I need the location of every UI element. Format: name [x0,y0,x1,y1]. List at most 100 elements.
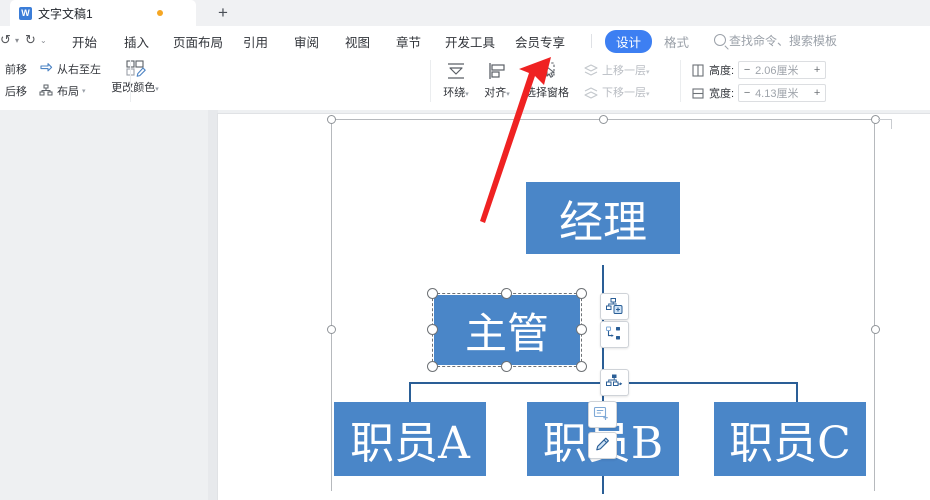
width-label: 宽度: [709,88,735,100]
ribbon-label-bring-forward: 上移一层 [602,65,646,77]
undo-dropdown-icon[interactable]: ▾ [15,36,19,45]
undo-icon[interactable]: ↺ [0,32,11,48]
menu-item-section[interactable]: 章节 [396,32,421,51]
chevron-down-icon[interactable]: ▾ [82,87,86,95]
shape-handle-mr[interactable] [576,324,587,335]
shape-handle-bc[interactable] [501,361,512,372]
ribbon-button-align[interactable]: 对齐▾ [478,60,516,100]
ribbon-button-send-backward[interactable]: 下移一层▾ [583,84,650,100]
floating-button-add-text[interactable] [588,401,617,428]
smartart-handle-tc[interactable] [599,115,608,124]
floating-button-change-hierarchy[interactable] [600,369,629,396]
move-forward-icon [0,61,2,77]
menu-item-insert[interactable]: 插入 [124,32,149,51]
shape-handle-br[interactable] [576,361,587,372]
add-shape-icon [606,298,623,314]
floating-button-add-shape[interactable] [600,293,629,320]
menu-item-developer[interactable]: 开发工具 [445,32,495,51]
menu-divider [591,34,592,48]
shape-handle-ml[interactable] [427,324,438,335]
height-spinner[interactable]: − 2.06厘米 + [738,61,827,79]
bring-forward-icon [583,63,599,78]
menu-item-reference[interactable]: 引用 [243,32,268,51]
ribbon-label-send-backward: 下移一层 [602,87,646,99]
ribbon-label-selection-pane: 选择窗格 [525,87,569,99]
wps-writer-window: W 文字文稿1 + ↺ ▾ ↻ ⌄ 开始 插入 页面布局 引用 审阅 视图 章节… [0,0,930,500]
shape-width-control[interactable]: 宽度: − 4.13厘米 + [691,84,827,102]
height-decrease-button[interactable]: − [739,64,755,76]
ribbon-button-selection-pane[interactable]: 选择窗格 [519,60,575,100]
shape-handle-tc[interactable] [501,288,512,299]
send-backward-icon [583,85,599,100]
width-increase-button[interactable]: + [809,87,825,99]
ribbon-button-move-backward[interactable]: 后移 [0,83,27,99]
chevron-down-icon[interactable]: ▾ [506,91,510,98]
menu-item-start[interactable]: 开始 [72,32,97,51]
align-icon [478,60,516,82]
change-hierarchy-icon [606,374,623,386]
width-decrease-button[interactable]: − [739,87,755,99]
menu-item-format[interactable]: 格式 [664,32,689,51]
ribbon-group-create-graphic: 前移 后移 从右至左 布局 ▾ 更改颜色▾ [0,56,159,108]
menu-bar: ↺ ▾ ↻ ⌄ 开始 插入 页面布局 引用 审阅 视图 章节 开发工具 会员专享… [0,26,930,54]
tab-bar-empty-area [196,0,930,26]
ribbon-label-layout: 布局 [57,86,79,98]
frame-corner-tick-vertical [891,119,892,129]
redo-icon[interactable]: ↻ [25,32,36,48]
layout-icon [38,83,54,99]
right-to-left-icon [38,61,54,77]
chevron-down-icon[interactable]: ▾ [646,69,650,76]
height-increase-button[interactable]: + [809,64,825,76]
redo-dropdown-icon[interactable]: ⌄ [40,36,47,45]
ribbon-separator [430,60,431,102]
menu-item-review[interactable]: 审阅 [294,32,319,51]
ribbon-button-move-forward[interactable]: 前移 [0,61,27,77]
ribbon-toolbar: 前移 后移 从右至左 布局 ▾ 更改颜色▾ 环绕▾ 对齐▾ 选择窗格 上移一层▾… [0,54,930,159]
width-spinner[interactable]: − 4.13厘米 + [738,84,827,102]
search-icon[interactable] [714,34,726,46]
ribbon-button-right-to-left[interactable]: 从右至左 [38,61,101,77]
selection-pane-icon [519,60,575,82]
ribbon-button-change-colors[interactable]: 更改颜色▾ [104,59,166,95]
menu-item-member[interactable]: 会员专享 [515,32,565,51]
frame-corner-tick [878,119,892,120]
document-work-area: 经理 主管 职员A 职员B 职员C [0,110,930,500]
ribbon-separator [130,60,131,102]
ribbon-label-move-forward: 前移 [5,64,27,76]
search-input[interactable]: 查找命令、搜索模板 [729,32,837,49]
height-value[interactable]: 2.06厘米 [755,62,809,78]
shape-handle-tl[interactable] [427,288,438,299]
smartart-handle-ml[interactable] [327,325,336,334]
ribbon-button-bring-forward[interactable]: 上移一层▾ [583,62,650,78]
smartart-node-manager[interactable]: 经理 [526,182,680,254]
smartart-handle-mr[interactable] [871,325,880,334]
floating-button-change-layout[interactable] [600,321,629,348]
tab-bar: W 文字文稿1 + [0,0,930,26]
text-wrap-icon [437,60,475,82]
menu-item-design[interactable]: 设计 [605,30,653,53]
shape-handle-bl[interactable] [427,361,438,372]
document-page[interactable]: 经理 主管 职员A 职员B 职员C [218,114,930,500]
document-tab[interactable]: W 文字文稿1 [10,0,196,26]
menu-item-view[interactable]: 视图 [345,32,370,51]
menu-item-page-layout[interactable]: 页面布局 [173,32,223,51]
height-icon [691,63,705,77]
new-tab-button[interactable]: + [212,3,234,24]
smartart-handle-tl[interactable] [327,115,336,124]
chevron-down-icon[interactable]: ▾ [155,86,159,93]
add-text-icon [593,406,608,420]
width-value[interactable]: 4.13厘米 [755,85,809,101]
ribbon-label-text-wrap: 环绕 [443,87,466,99]
ribbon-button-layout[interactable]: 布局 ▾ [38,83,86,99]
shape-height-control[interactable]: 高度: − 2.06厘米 + [691,61,827,79]
floating-button-format-brush[interactable] [588,432,617,459]
shape-handle-tr[interactable] [576,288,587,299]
smartart-node-staff-c[interactable]: 职员C [714,402,866,476]
change-colors-icon [104,59,166,79]
chevron-down-icon[interactable]: ▾ [646,91,650,98]
smartart-node-staff-a[interactable]: 职员A [334,402,486,476]
ribbon-label-right-to-left: 从右至左 [57,64,101,76]
ribbon-button-text-wrap[interactable]: 环绕▾ [437,60,475,100]
move-backward-icon [0,83,2,99]
chevron-down-icon[interactable]: ▾ [465,91,469,98]
